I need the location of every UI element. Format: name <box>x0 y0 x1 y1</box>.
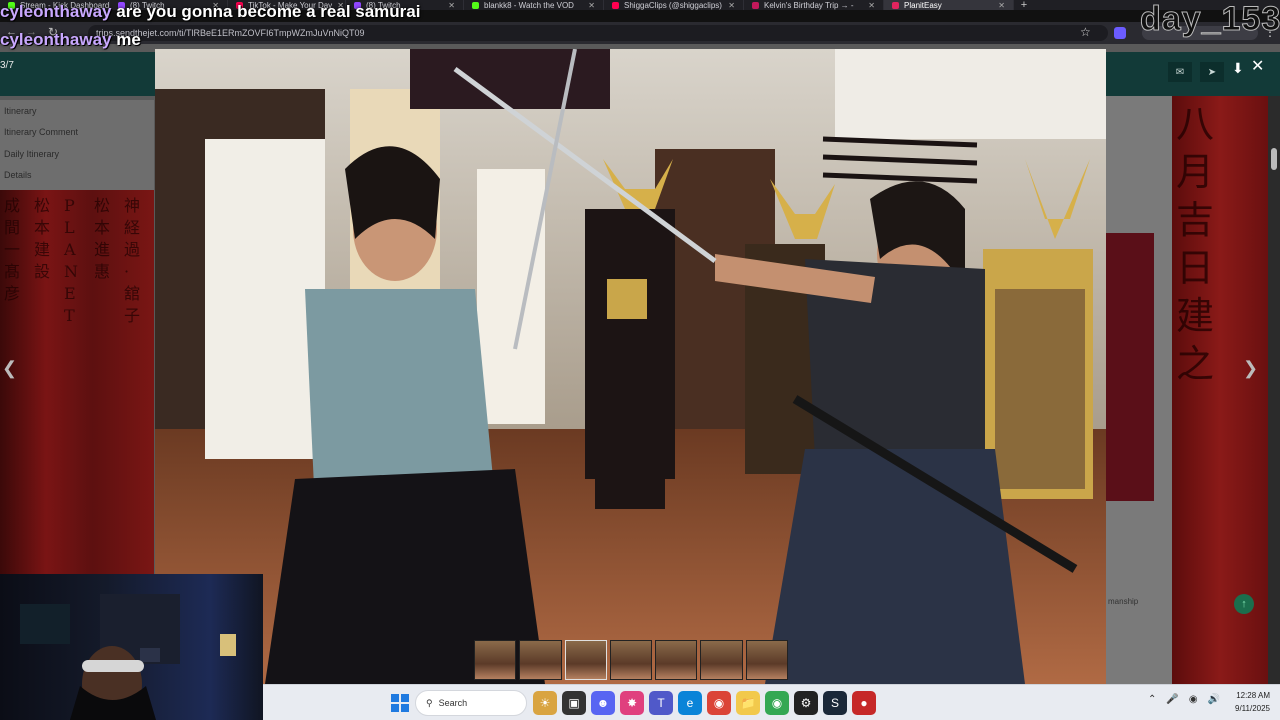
photo-thumbnail[interactable] <box>745 640 788 680</box>
browser-tab[interactable]: blankk8 - Watch the VOD ✕ <box>464 0 604 10</box>
search-label: Search <box>438 698 468 708</box>
chrome-profile-icon[interactable]: ◉ <box>765 691 789 715</box>
tab-title: Kelvin's Birthday Trip → - <box>764 0 854 10</box>
chat-text: me <box>116 30 141 49</box>
chat-message: cyleonthaway me <box>0 30 141 50</box>
close-tab-icon[interactable]: ✕ <box>868 1 875 10</box>
chevron-right-icon[interactable]: ❯ <box>1243 358 1258 379</box>
browser-tab[interactable]: Kelvin's Birthday Trip → - ✕ <box>744 0 884 10</box>
tab-favicon-icon <box>752 1 759 9</box>
banner-left-text: 成間一髙彦 松本建設 PLANET 松本進惠 神経過·舘子 <box>0 195 154 575</box>
banner-column-text: 神経過·舘子 <box>124 196 141 325</box>
chat-username: cyleonthaway <box>0 2 112 21</box>
file-explorer-icon[interactable]: 📁 <box>736 691 760 715</box>
clock-time: 12:28 AM <box>1236 691 1270 700</box>
obs-icon[interactable]: ⚙ <box>794 691 818 715</box>
close-tab-icon[interactable]: ✕ <box>588 1 595 10</box>
task-view-icon[interactable]: ▣ <box>562 691 586 715</box>
volume-icon[interactable]: 🔊 <box>1208 694 1220 705</box>
scroll-top-button[interactable]: ↑ <box>1234 594 1254 614</box>
new-tab-button[interactable]: + <box>1014 0 1034 10</box>
right-image-strip <box>1106 233 1154 501</box>
banner-column-text: 松本進惠 <box>94 196 111 281</box>
thumbnail-strip <box>474 640 788 682</box>
page-scrollbar[interactable] <box>1268 96 1280 684</box>
copilot-icon[interactable]: ✸ <box>620 691 644 715</box>
photo-thumbnail[interactable] <box>609 640 653 680</box>
close-tab-icon[interactable]: ✕ <box>728 1 735 10</box>
banner-column-text: PLANET <box>64 196 78 325</box>
tab-favicon-icon <box>892 1 899 9</box>
browser-tab[interactable]: ShiggaClips (@shiggaclips) ✕ <box>604 0 744 10</box>
chat-username: cyleonthaway <box>0 30 112 49</box>
chat-message: cyleonthaway are you gonna become a real… <box>0 2 420 22</box>
extension-icon[interactable] <box>1114 27 1126 39</box>
page-sidebar: Itinerary Itinerary Comment Daily Itinerar… <box>0 100 154 190</box>
clock-date: 9/11/2025 <box>1235 704 1270 713</box>
app-icon[interactable]: ● <box>852 691 876 715</box>
banner-right-text: 八月吉日建之 <box>1176 102 1215 386</box>
chat-text: are you gonna become a real samurai <box>116 2 421 21</box>
close-icon[interactable]: ✕ <box>1251 56 1264 76</box>
network-icon[interactable]: ◉ <box>1189 694 1198 705</box>
close-tab-icon[interactable]: ✕ <box>998 1 1005 10</box>
webcam-image <box>20 594 236 720</box>
windows-start-icon[interactable] <box>391 694 409 712</box>
image-counter: 3/7 <box>0 60 14 71</box>
bookmark-star-icon[interactable]: ☆ <box>1080 25 1091 39</box>
banner-column-text: 成間一髙彦 <box>4 196 21 303</box>
search-icon: ⚲ <box>426 697 433 708</box>
close-tab-icon[interactable]: ✕ <box>448 1 455 10</box>
sidebar-item[interactable]: Itinerary Comment <box>0 122 154 144</box>
pinned-apps: ☀ ▣ ☻ ✸ T e ◉ 📁 ◉ ⚙ S ● <box>533 691 876 715</box>
microphone-icon[interactable]: 🎤 <box>1166 694 1178 705</box>
system-tray: ⌃ 🎤 ◉ 🔊 <box>1148 694 1220 705</box>
taskbar-search[interactable]: ⚲ Search <box>415 690 527 716</box>
teams-icon[interactable]: T <box>649 691 673 715</box>
sidebar-item[interactable]: Daily Itinerary <box>0 143 154 165</box>
photo-thumbnail[interactable] <box>564 640 607 680</box>
chevron-up-icon[interactable]: ⌃ <box>1148 694 1156 705</box>
webcam-feed <box>0 574 263 720</box>
email-icon[interactable]: ✉ <box>1168 62 1192 82</box>
footer-text: manship <box>1108 597 1139 606</box>
tab-favicon-icon <box>472 1 479 9</box>
steam-icon[interactable]: S <box>823 691 847 715</box>
photo-thumbnail[interactable] <box>700 640 743 680</box>
banner-column-text: 松本建設 <box>34 196 51 281</box>
viewer-toolbar: ✉ ➤ <box>1168 62 1224 82</box>
discord-icon[interactable]: ☻ <box>591 691 615 715</box>
sidebar-item[interactable]: Details <box>0 165 154 187</box>
tab-title: PlanitEasy <box>904 0 942 10</box>
sidebar-item[interactable]: Itinerary <box>0 100 154 122</box>
tab-title: ShiggaClips (@shiggaclips) <box>624 0 722 10</box>
url-field[interactable]: trips.sendthejet.com/ti/TlRBeE1ERmZOVFI6… <box>88 25 1108 41</box>
day-counter: day_153 <box>1139 0 1280 39</box>
chrome-icon[interactable]: ◉ <box>707 691 731 715</box>
photo-thumbnail[interactable] <box>519 640 562 680</box>
download-icon[interactable]: ⬇ <box>1232 60 1244 77</box>
scrollbar-thumb[interactable] <box>1271 148 1277 170</box>
photo-thumbnail[interactable] <box>474 640 517 680</box>
tab-title: blankk8 - Watch the VOD <box>484 0 574 10</box>
widgets-icon[interactable]: ☀ <box>533 691 557 715</box>
chevron-left-icon[interactable]: ❮ <box>2 358 17 379</box>
windows-taskbar: ⚲ Search ☀ ▣ ☻ ✸ T e ◉ 📁 ◉ ⚙ S ● ⌃ 🎤 ◉ 🔊… <box>263 684 1280 720</box>
photo-lightbox[interactable] <box>155 49 1106 684</box>
browser-tab[interactable]: PlanitEasy ✕ <box>884 0 1014 10</box>
photo-thumbnail[interactable] <box>655 640 698 680</box>
arrow-up-icon: ↑ <box>1241 598 1247 610</box>
system-clock[interactable]: 12:28 AM 9/11/2025 <box>1226 689 1270 715</box>
edge-icon[interactable]: e <box>678 691 702 715</box>
address-bar: ← → ↻ trips.sendthejet.com/ti/TlRBeE1ERm… <box>0 22 1280 44</box>
tab-favicon-icon <box>612 1 619 9</box>
share-icon[interactable]: ➤ <box>1200 62 1224 82</box>
samurai-photo <box>155 49 1106 684</box>
